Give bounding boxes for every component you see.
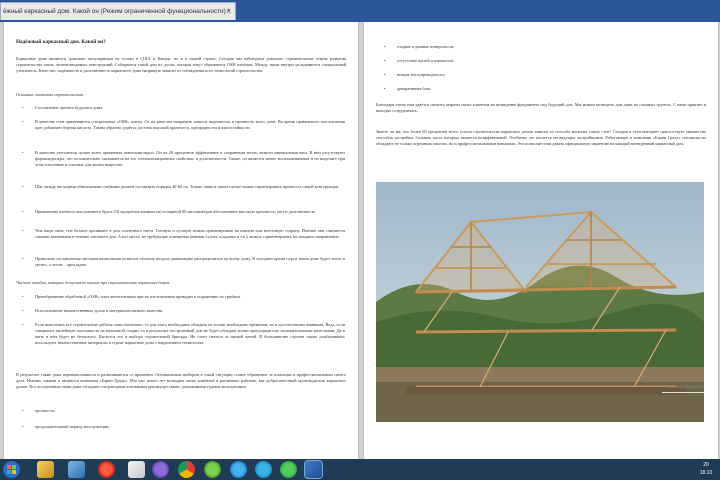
start-button[interactable] <box>3 461 20 478</box>
word-icon[interactable] <box>304 460 323 479</box>
subheading-mistakes: Частые ошибки, которые допускают многие … <box>16 280 170 285</box>
subheading-basics: Основные моменты строительства <box>16 92 83 97</box>
page-right: гладкие и ровные поверхности; отсутствие… <box>364 22 718 459</box>
list-item: Шаг между несущими обвязочными стойками … <box>22 184 345 190</box>
skype-icon[interactable] <box>230 461 247 478</box>
taskbar: 20 18.10 <box>0 459 720 480</box>
document-tab-title: ёжный каркасный дом. Какой он (Режим огр… <box>3 8 230 15</box>
list-item: Если выполнять все строительные работы с… <box>22 322 345 346</box>
document-heading: Надёжный каркасный дом. Какой он? <box>16 39 106 45</box>
list-item: Правильно составленная листовая композиц… <box>22 256 345 268</box>
clock-time: 20 <box>703 462 709 468</box>
windows-logo-icon <box>7 465 16 474</box>
media-player-icon[interactable] <box>128 461 145 478</box>
viber-icon[interactable] <box>152 461 169 478</box>
end-of-document-label: Конец документа <box>668 384 704 389</box>
paragraph-walls: Знаете ли вы, что более 60 процентов все… <box>376 129 706 146</box>
paragraph-savings: Благодаря этому нам удаётся снизить затр… <box>376 102 706 113</box>
list-item: низкая теплопроводность; <box>384 72 697 78</box>
house-frame-photo <box>376 182 704 422</box>
close-tab-icon[interactable]: × <box>226 3 231 20</box>
document-workspace[interactable]: Надёжный каркасный дом. Какой он? Каркас… <box>0 22 720 459</box>
file-explorer-icon[interactable] <box>37 461 54 478</box>
whatsapp-icon[interactable] <box>280 461 297 478</box>
clock-date: 18.10 <box>699 470 713 476</box>
list-item: отсутствие щелей и перекосов; <box>384 58 697 64</box>
list-item: прочность; <box>22 408 345 414</box>
list-item: декоративная база. <box>384 86 697 92</box>
system-clock[interactable]: 20 18.10 <box>694 461 718 478</box>
title-bar: ёжный каркасный дом. Какой он (Режим огр… <box>0 0 720 22</box>
outro-paragraph: В результате такие дома перевыполняются … <box>16 372 346 389</box>
list-item: В качестве стен применяются специальные … <box>22 119 345 131</box>
chrome-icon[interactable] <box>178 461 195 478</box>
list-item: продолжительный период эксплуатации; <box>22 424 345 430</box>
list-item: Чем шире окна, тем больше проникает в до… <box>22 228 345 240</box>
yandex-browser-icon[interactable] <box>98 461 115 478</box>
list-item: Пренебрежение обработкой «OSB» плит анти… <box>22 294 345 300</box>
divider <box>662 392 704 393</box>
utorrent-icon[interactable] <box>204 461 221 478</box>
telegram-icon[interactable] <box>255 461 272 478</box>
list-item: гладкие и ровные поверхности; <box>384 44 697 50</box>
files-icon[interactable] <box>68 461 85 478</box>
list-item: Применение клееного высушенного бруса (1… <box>22 209 345 215</box>
list-item: В качестве утеплителя лучше всего примен… <box>22 150 345 168</box>
page-left: Надёжный каркасный дом. Какой он? Каркас… <box>4 22 358 459</box>
list-item: Использование некачественных досок и мат… <box>22 308 345 314</box>
list-item: Составление проекта будущего дома. <box>22 105 345 111</box>
intro-paragraph: Каркасные дома являются довольно популяр… <box>16 56 346 73</box>
document-tab[interactable]: ёжный каркасный дом. Какой он (Режим огр… <box>0 2 236 20</box>
